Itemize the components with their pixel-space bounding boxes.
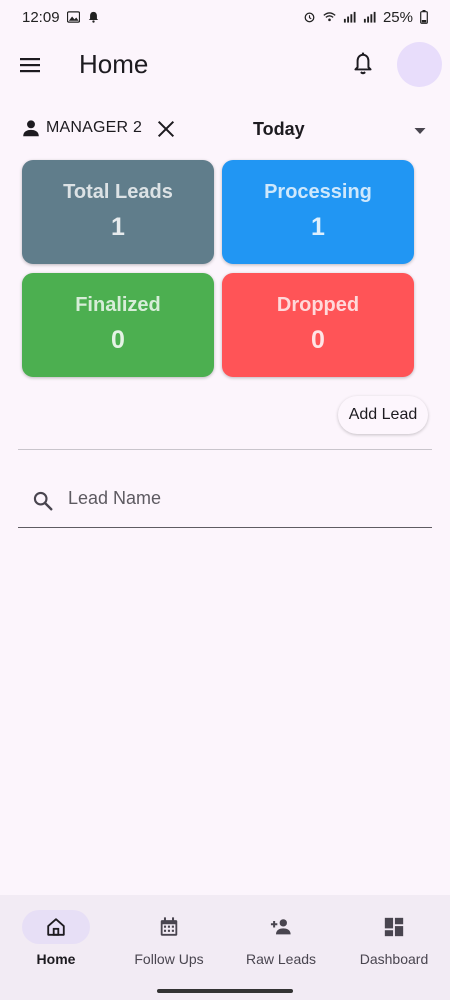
stat-label: Processing bbox=[264, 181, 372, 203]
home-icon bbox=[47, 918, 65, 936]
nav-label: Follow Ups bbox=[134, 951, 204, 967]
alarm-icon bbox=[304, 12, 315, 23]
stat-value: 1 bbox=[311, 213, 325, 241]
nav-label: Home bbox=[36, 951, 76, 967]
close-icon[interactable] bbox=[155, 118, 177, 140]
stat-card-finalized[interactable]: Finalized 0 bbox=[22, 273, 214, 377]
avatar[interactable] bbox=[397, 42, 442, 87]
status-bar: 12:09 25% bbox=[0, 0, 450, 34]
person-add-icon bbox=[270, 919, 291, 935]
image-icon bbox=[66, 11, 80, 23]
stat-label: Dropped bbox=[276, 294, 360, 316]
manager-label: MANAGER 2 bbox=[46, 119, 143, 136]
status-right: 25% bbox=[303, 9, 428, 26]
add-lead-button[interactable]: Add Lead bbox=[338, 396, 428, 434]
nav-item-raw-leads[interactable]: Raw Leads bbox=[225, 895, 337, 985]
stat-value: 0 bbox=[311, 326, 325, 354]
stat-value: 0 bbox=[111, 326, 125, 354]
person-icon bbox=[23, 120, 39, 137]
page-title: Home bbox=[79, 49, 149, 79]
stat-label: Finalized bbox=[75, 294, 161, 316]
manager-filter[interactable]: MANAGER 2 bbox=[20, 117, 142, 139]
signal-icon bbox=[343, 11, 356, 23]
signal-icon-2 bbox=[363, 11, 376, 23]
stat-value: 1 bbox=[111, 213, 125, 241]
date-range-label: Today bbox=[253, 119, 305, 139]
lead-name-search-input[interactable] bbox=[68, 482, 418, 514]
date-range-select[interactable]: Today bbox=[240, 113, 432, 147]
notification-bell-icon bbox=[88, 11, 98, 23]
divider bbox=[18, 449, 432, 450]
nav-item-follow-ups[interactable]: Follow Ups bbox=[113, 895, 225, 985]
wifi-icon bbox=[323, 12, 336, 22]
menu-icon[interactable] bbox=[18, 53, 42, 77]
filter-row: MANAGER 2 Today bbox=[0, 113, 450, 147]
status-left: 12:09 bbox=[22, 9, 100, 26]
calendar-icon bbox=[160, 917, 178, 936]
stat-card-processing[interactable]: Processing 1 bbox=[222, 160, 414, 264]
nav-label: Dashboard bbox=[359, 951, 429, 967]
app-bar: Home bbox=[0, 34, 450, 96]
caret-down-icon bbox=[414, 128, 426, 134]
stat-label: Total Leads bbox=[63, 181, 173, 203]
stat-card-dropped[interactable]: Dropped 0 bbox=[222, 273, 414, 377]
bell-icon[interactable] bbox=[350, 51, 376, 77]
search-icon bbox=[33, 491, 53, 511]
nav-item-home[interactable]: Home bbox=[0, 895, 112, 985]
nav-item-dashboard[interactable]: Dashboard bbox=[338, 895, 450, 985]
status-time: 12:09 bbox=[22, 8, 60, 26]
bottom-nav: Home Follow Ups Raw Leads Dashboard bbox=[0, 895, 450, 1000]
stat-card-total-leads[interactable]: Total Leads 1 bbox=[22, 160, 214, 264]
battery-percent: 25% bbox=[382, 8, 413, 26]
nav-label: Raw Leads bbox=[245, 951, 317, 967]
dashboard-icon bbox=[384, 917, 404, 937]
battery-icon bbox=[420, 10, 428, 24]
gesture-handle[interactable] bbox=[157, 989, 293, 993]
search-field bbox=[18, 472, 432, 528]
